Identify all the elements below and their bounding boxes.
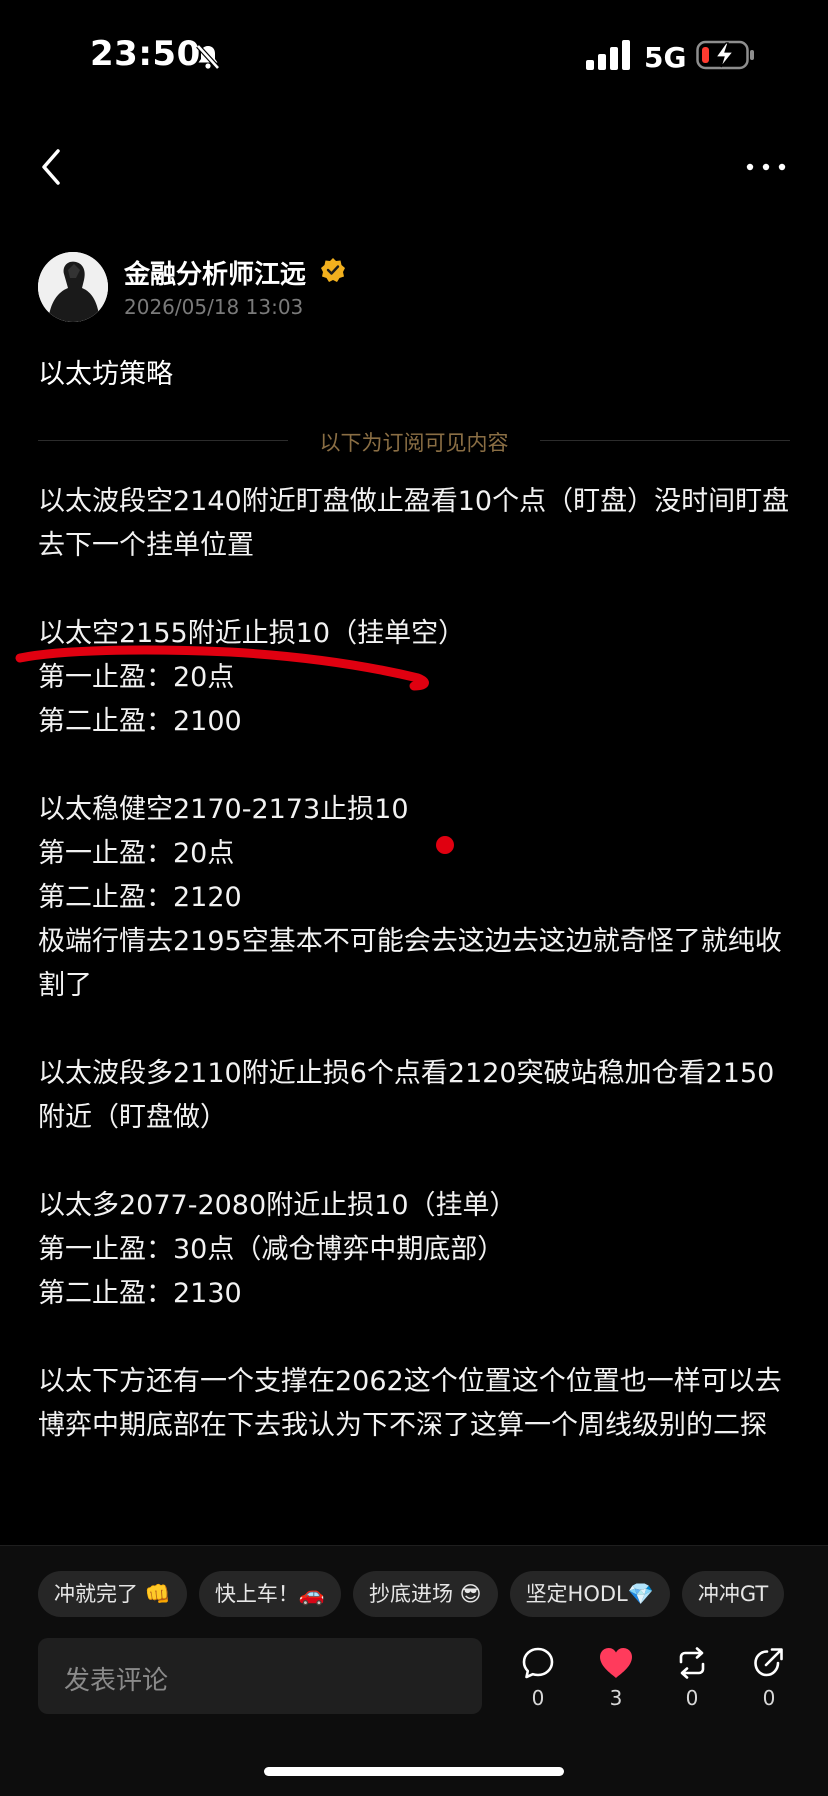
signal-icon xyxy=(586,40,630,70)
network-type: 5G xyxy=(644,41,687,74)
like-count: 3 xyxy=(609,1686,623,1710)
quick-reply-chip[interactable]: 快上车！🚗 xyxy=(198,1571,341,1617)
author-avatar[interactable] xyxy=(38,252,108,322)
content-line: 以太稳健空2170-2173止损10 xyxy=(38,794,409,825)
back-icon[interactable] xyxy=(36,146,66,188)
quick-reply-chips: 冲就完了 👊 快上车！🚗 抄底进场 😎 坚定HODL💎 冲冲GT xyxy=(38,1571,796,1617)
paragraph: 以太空2155附近止损10（挂单空） 第一止盈：20点 第二止盈：2100 xyxy=(38,612,798,744)
heart-icon xyxy=(600,1648,632,1678)
paragraph: 以太波段多2110附近止损6个点看2120突破站稳加仓看2150附近（盯盘做） xyxy=(38,1052,798,1140)
verified-badge-icon xyxy=(321,258,345,282)
comment-count: 0 xyxy=(531,1686,545,1710)
content-line: 极端行情去2195空基本不可能会去这边去这边就奇怪了就纯收割了 xyxy=(38,926,782,1001)
home-indicator[interactable] xyxy=(264,1767,564,1776)
author-name[interactable]: 金融分析师江远 xyxy=(124,254,306,291)
content-line: 以太波段空2140附近盯盘做止盈看10个点（盯盘）没时间盯盘去下一个挂单位置 xyxy=(38,486,790,561)
subscriber-content-divider: 以下为订阅可见内容 xyxy=(319,431,509,455)
red-dot-annotation xyxy=(436,836,454,854)
paragraph: 以太下方还有一个支撑在2062这个位置这个位置也一样可以去博弈中期底部在下去我认… xyxy=(38,1360,798,1448)
content-line: 第二止盈：2120 xyxy=(38,882,242,913)
post-content: 以太波段空2140附近盯盘做止盈看10个点（盯盘）没时间盯盘去下一个挂单位置 以… xyxy=(38,480,798,1448)
content-line: 以太多2077-2080附近止损10（挂单） xyxy=(38,1190,517,1221)
bottom-panel: 冲就完了 👊 快上车！🚗 抄底进场 😎 坚定HODL💎 冲冲GT 发表评论 0 3 0 … xyxy=(0,1545,828,1796)
status-time: 23:50 xyxy=(90,34,201,74)
content-line: 以太波段多2110附近止损6个点看2120突破站稳加仓看2150附近（盯盘做） xyxy=(38,1058,775,1133)
comment-input[interactable]: 发表评论 xyxy=(38,1638,482,1714)
paragraph: 以太多2077-2080附近止损10（挂单） 第一止盈：30点（减仓博弈中期底部… xyxy=(38,1184,798,1316)
repost-button[interactable]: 0 xyxy=(662,1646,722,1710)
content-line: 第一止盈：20点 xyxy=(38,838,235,869)
battery-charging-icon xyxy=(696,40,754,70)
share-count: 0 xyxy=(762,1686,776,1710)
content-line: 第二止盈：2130 xyxy=(38,1278,242,1309)
paragraph: 以太波段空2140附近盯盘做止盈看10个点（盯盘）没时间盯盘去下一个挂单位置 xyxy=(38,480,798,568)
quick-reply-chip[interactable]: 冲冲GT xyxy=(681,1571,785,1617)
paragraph: 以太稳健空2170-2173止损10 第一止盈：20点 第二止盈：2120 极端… xyxy=(38,788,798,1008)
post-title: 以太坊策略 xyxy=(38,359,173,390)
content-line: 第一止盈：30点（减仓博弈中期底部） xyxy=(38,1234,505,1265)
quick-reply-chip[interactable]: 冲就完了 👊 xyxy=(38,1571,187,1617)
share-icon xyxy=(754,1648,783,1677)
bell-muted-icon xyxy=(196,44,220,70)
divider-left xyxy=(38,440,288,441)
content-line: 以太下方还有一个支撑在2062这个位置这个位置也一样可以去博弈中期底部在下去我认… xyxy=(38,1366,782,1441)
status-bar: 23:50 5G xyxy=(0,0,828,110)
like-button[interactable]: 3 xyxy=(586,1646,646,1710)
post-timestamp: 2026/05/18 13:03 xyxy=(124,295,304,319)
divider-right xyxy=(540,440,790,441)
share-button[interactable]: 0 xyxy=(739,1646,799,1710)
repost-count: 0 xyxy=(685,1686,699,1710)
more-options-icon[interactable] xyxy=(744,160,788,174)
content-line: 第二止盈：2100 xyxy=(38,706,242,737)
comment-placeholder: 发表评论 xyxy=(64,1666,169,1696)
quick-reply-chip[interactable]: 抄底进场 😎 xyxy=(352,1571,498,1617)
quick-reply-chip[interactable]: 坚定HODL💎 xyxy=(509,1571,670,1617)
content-line: 以太空2155附近止损10（挂单空） xyxy=(38,618,466,649)
repost-icon xyxy=(679,1647,705,1679)
comment-button[interactable]: 0 xyxy=(508,1646,568,1710)
comment-icon xyxy=(522,1647,554,1679)
content-line: 第一止盈：20点 xyxy=(38,662,235,693)
